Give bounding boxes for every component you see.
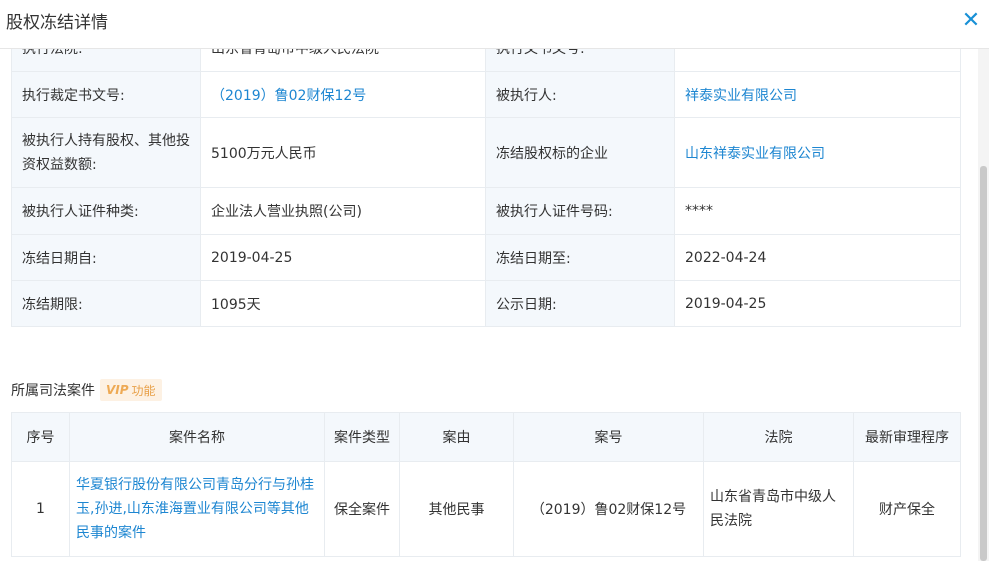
detail-row: 冻结期限: 1095天 公示日期: 2019-04-25 — [11, 280, 961, 327]
detail-label: 被执行人持有股权、其他投资权益数额: — [11, 117, 201, 188]
detail-label: 被执行人证件号码: — [485, 187, 675, 235]
dialog-title: 股权冻结详情 — [6, 13, 108, 33]
detail-value: 2022-04-24 — [674, 234, 961, 281]
freeze-detail-table: 执行法院: 山东省青岛市中级人民法院 执行文书文号: - 执行裁定书文号: （2… — [11, 48, 961, 327]
detail-label: 冻结日期至: — [485, 234, 675, 281]
target-company-link[interactable]: 山东祥泰实业有限公司 — [674, 117, 961, 188]
cases-table: 序号 案件名称 案件类型 案由 案号 法院 最新审理程序 1 华夏银行股份有限公… — [11, 412, 961, 557]
case-procedure: 财产保全 — [853, 461, 961, 557]
column-header: 最新审理程序 — [853, 412, 961, 462]
detail-row: 冻结日期自: 2019-04-25 冻结日期至: 2022-04-24 — [11, 234, 961, 281]
detail-row: 被执行人持有股权、其他投资权益数额: 5100万元人民币 冻结股权标的企业 山东… — [11, 117, 961, 188]
case-index: 1 — [11, 461, 70, 557]
detail-row: 被执行人证件种类: 企业法人营业执照(公司) 被执行人证件号码: **** — [11, 187, 961, 235]
column-header: 案件名称 — [69, 412, 325, 462]
detail-value: 1095天 — [200, 280, 486, 327]
column-header: 法院 — [703, 412, 854, 462]
section-heading: 所属司法案件 VIP 功能 — [11, 379, 162, 401]
detail-label: 执行文书文号: — [485, 48, 675, 72]
column-header: 案由 — [399, 412, 514, 462]
case-number: （2019）鲁02财保12号 — [513, 461, 704, 557]
case-court: 山东省青岛市中级人民法院 — [703, 461, 854, 557]
scrollbar-thumb[interactable] — [980, 166, 987, 561]
detail-label: 被执行人证件种类: — [11, 187, 201, 235]
detail-value: **** — [674, 187, 961, 235]
column-header: 案件类型 — [324, 412, 400, 462]
vip-badge[interactable]: VIP 功能 — [100, 379, 162, 401]
detail-label: 执行法院: — [11, 48, 201, 72]
detail-label: 被执行人: — [485, 71, 675, 118]
detail-value: - — [674, 48, 961, 72]
dialog-header: 股权冻结详情 ✕ — [0, 0, 989, 49]
executed-party-link[interactable]: 祥泰实业有限公司 — [674, 71, 961, 118]
detail-value: 2019-04-25 — [200, 234, 486, 281]
table-row: 1 华夏银行股份有限公司青岛分行与孙桂玉,孙进,山东淮海置业有限公司等其他民事的… — [11, 461, 961, 557]
detail-row: 执行法院: 山东省青岛市中级人民法院 执行文书文号: - — [11, 48, 961, 72]
column-header: 案号 — [513, 412, 704, 462]
vip-text: 功能 — [131, 383, 156, 398]
table-header-row: 序号 案件名称 案件类型 案由 案号 法院 最新审理程序 — [11, 412, 961, 462]
case-type: 保全案件 — [324, 461, 400, 557]
detail-label: 公示日期: — [485, 280, 675, 327]
detail-value: 2019-04-25 — [674, 280, 961, 327]
detail-row: 执行裁定书文号: （2019）鲁02财保12号 被执行人: 祥泰实业有限公司 — [11, 71, 961, 118]
close-icon[interactable]: ✕ — [958, 8, 984, 34]
detail-value: 山东省青岛市中级人民法院 — [200, 48, 486, 72]
detail-label: 冻结期限: — [11, 280, 201, 327]
detail-label: 执行裁定书文号: — [11, 71, 201, 118]
section-title: 所属司法案件 — [11, 383, 95, 399]
case-cause: 其他民事 — [399, 461, 514, 557]
detail-label: 冻结股权标的企业 — [485, 117, 675, 188]
ruling-number-link[interactable]: （2019）鲁02财保12号 — [200, 71, 486, 118]
column-header: 序号 — [11, 412, 70, 462]
dialog-content: 执行法院: 山东省青岛市中级人民法院 执行文书文号: - 执行裁定书文号: （2… — [0, 48, 978, 561]
vip-icon: VIP — [106, 383, 129, 397]
detail-value: 企业法人营业执照(公司) — [200, 187, 486, 235]
detail-value: 5100万元人民币 — [200, 117, 486, 188]
case-name-link[interactable]: 华夏银行股份有限公司青岛分行与孙桂玉,孙进,山东淮海置业有限公司等其他民事的案件 — [69, 461, 325, 557]
detail-label: 冻结日期自: — [11, 234, 201, 281]
scrollbar[interactable] — [978, 48, 989, 561]
